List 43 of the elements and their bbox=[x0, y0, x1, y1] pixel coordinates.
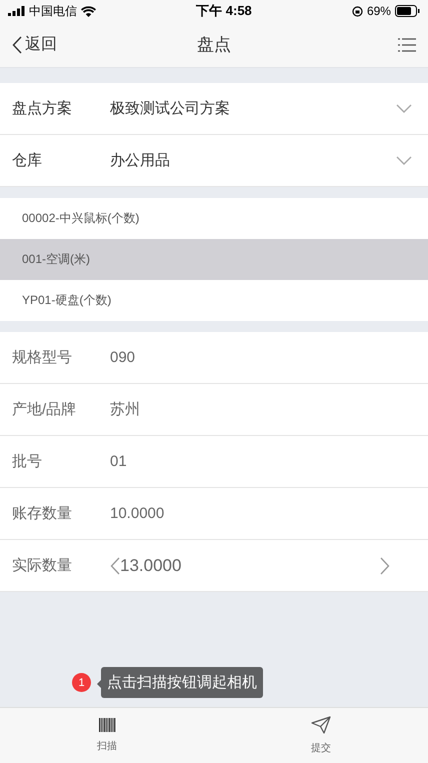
field-label: 规格型号 bbox=[12, 348, 73, 367]
field-value: 090 bbox=[110, 349, 136, 366]
field-label: 账存数量 bbox=[12, 504, 73, 523]
field-label: 仓库 bbox=[12, 151, 43, 170]
chevron-left-icon bbox=[110, 556, 120, 574]
list-item[interactable]: 00002-中兴鼠标(个数) bbox=[0, 198, 428, 239]
select-row[interactable]: 盘点方案 极致测试公司方案 bbox=[0, 83, 428, 135]
rotation-lock-icon bbox=[352, 6, 363, 16]
tab-button[interactable]: 提交 bbox=[214, 708, 428, 763]
signal-icon bbox=[8, 6, 25, 16]
clock-time: 下午 4:58 bbox=[196, 2, 252, 20]
field-value: 苏州 bbox=[110, 400, 140, 419]
list-item[interactable]: 001-空调(米) bbox=[0, 239, 428, 280]
increment-button[interactable] bbox=[380, 556, 390, 574]
tab-button[interactable]: 扫描 bbox=[0, 708, 214, 763]
paper-plane-icon bbox=[311, 716, 331, 734]
select-value: 办公用品 bbox=[110, 151, 171, 170]
battery-percent: 69% bbox=[366, 4, 391, 18]
field-label: 批号 bbox=[12, 452, 43, 471]
chevron-down-icon bbox=[396, 156, 412, 165]
select-row[interactable]: 仓库 办公用品 bbox=[0, 135, 428, 187]
field-label: 盘点方案 bbox=[12, 99, 73, 118]
quantity-field[interactable]: 13.0000 bbox=[120, 556, 380, 576]
tooltip-text: 点击扫描按钮调起相机 bbox=[107, 674, 257, 691]
chevron-left-icon bbox=[12, 36, 22, 54]
back-button[interactable]: 返回 bbox=[12, 34, 57, 55]
step-badge: 1 bbox=[72, 673, 91, 692]
barcode-icon bbox=[98, 718, 116, 732]
chevron-down-icon bbox=[396, 104, 412, 113]
decrement-button[interactable] bbox=[110, 556, 120, 574]
battery-icon bbox=[394, 5, 420, 17]
list-icon bbox=[398, 38, 416, 52]
page-title: 盘点 bbox=[197, 34, 231, 56]
menu-button[interactable] bbox=[398, 38, 416, 52]
field-value: 01 bbox=[110, 453, 127, 470]
wifi-icon bbox=[81, 6, 96, 16]
chevron-right-icon bbox=[380, 556, 390, 574]
field-value: 10.0000 bbox=[110, 505, 164, 522]
field-label: 产地/品牌 bbox=[12, 400, 78, 419]
carrier-name: 中国电信 bbox=[29, 2, 77, 20]
list-item[interactable]: YP01-硬盘(个数) bbox=[0, 280, 428, 321]
select-value: 极致测试公司方案 bbox=[110, 99, 231, 118]
field-label: 实际数量 bbox=[12, 556, 73, 575]
